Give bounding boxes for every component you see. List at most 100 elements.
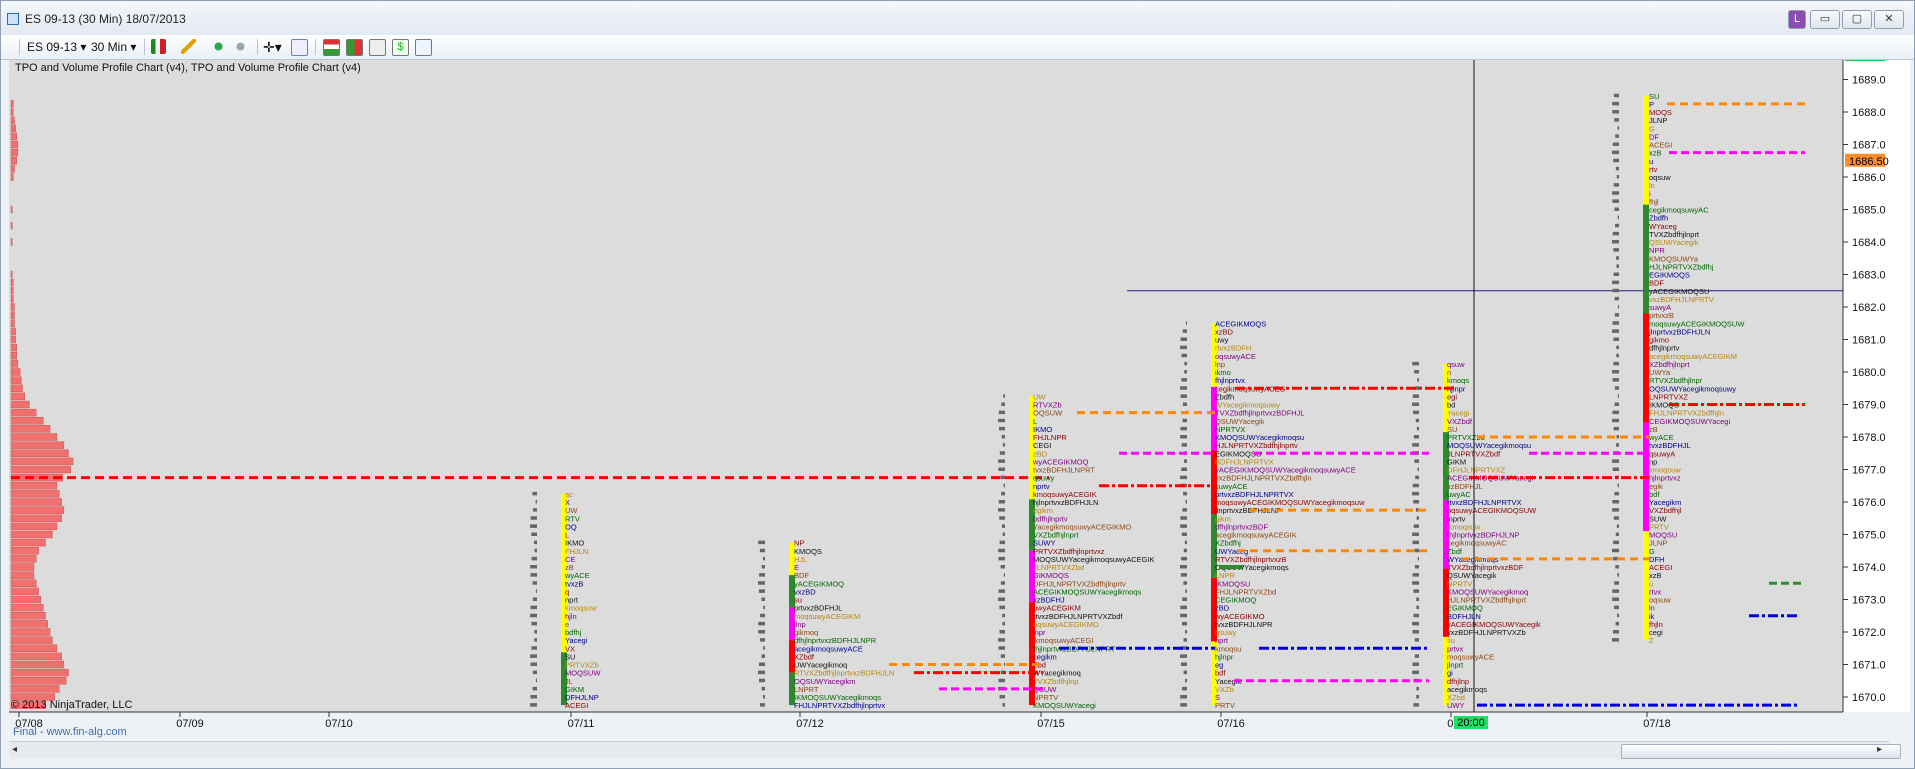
session-volume-bar [759,573,765,577]
minimize-button[interactable]: ▭ [1810,10,1840,29]
volume-profile-bar [10,587,39,596]
scrollbar-thumb[interactable] [1621,744,1901,759]
data-box-icon[interactable] [415,39,432,56]
tpo-letters: wyACE [564,571,590,580]
zoom-icon[interactable] [291,39,308,56]
session-volume-bar [1180,654,1187,658]
tpo-letters: fhjlnprtvxzBDFHJLNP [1447,531,1520,540]
session-volume-bar [1416,605,1419,610]
crosshair-icon[interactable]: ✛▾ [263,39,282,55]
tpo-letters: JLNPRTVXZbd [1033,563,1084,572]
tpo-letters: dfhjlnprtvxzBDFHJLNPR [794,636,877,645]
session-volume-bar [1612,459,1619,463]
volume-profile-bar [10,498,62,506]
session-volume-bar [1000,475,1005,480]
volume-profile-bar [10,628,51,636]
volume-profile-bar [10,352,17,360]
session-volume-bar [1617,483,1619,488]
tpo-letters: IKMOQSUWYacegikmoqs [794,693,881,702]
tpo-letters: dfhjlnprtvxzBDF [1215,522,1268,531]
instrument-selector[interactable]: ES 09-13 ▾ [27,39,86,55]
session-volume-bar [761,597,765,601]
price-tick-label: 1678.0 [1852,432,1886,444]
session-volume-bar [1180,394,1187,398]
session-volume-bar [1612,508,1619,512]
tpo-letters: PRTVXZb [565,661,599,670]
tpo-letters: KMOQS [794,547,822,556]
add-strategy-icon[interactable] [211,39,226,54]
volume-profile-bar [10,238,13,246]
session-volume-bar [1185,678,1187,683]
session-volume-bar [758,662,765,666]
volume-profile-bar [10,522,58,531]
volume-profile-bar [10,287,14,295]
indicators-icon[interactable] [323,39,340,56]
session-volume-bar [1000,565,1005,569]
tpo-letters: hjlnprtvxz [1649,474,1681,483]
session-volume-bar [1003,662,1005,666]
session-volume-bar [999,426,1005,431]
session-volume-bar [1612,597,1619,601]
chart-trader-icon[interactable] [369,39,386,56]
drawing-tool-icon[interactable] [181,39,196,54]
session-volume-bar [530,703,537,707]
tpo-letters: gikmoq [794,628,818,637]
volume-profile-bar [10,165,15,173]
session-volume-bar [1613,361,1619,366]
scroll-left-icon[interactable]: ◂ [12,744,17,755]
tpo-letters: DFHJLNPRTVXZ [1447,466,1506,475]
tpo-letters: NPR [1649,246,1665,255]
session-volume-bar [1000,581,1005,585]
tpo-letters: gi [1447,669,1453,678]
price-tick-label: 1683.0 [1852,270,1886,282]
volume-profile-bar [10,108,14,116]
tpo-letters: bdf [1649,490,1660,499]
volume-profile-bar [10,595,42,604]
volume-profile-bar [10,482,58,490]
volume-profile-bar [10,360,19,368]
session-volume-bar [1612,630,1619,634]
interval-selector[interactable]: 30 Min ▾ [91,39,136,55]
session-volume-bar [1614,491,1619,496]
chart-style-icon[interactable] [151,39,166,54]
strategies-icon[interactable] [346,39,363,56]
session-volume-bar [1184,361,1187,366]
session-volume-bar [1003,573,1005,577]
volume-profile-bar [10,563,35,571]
close-button[interactable]: ✕ [1874,10,1904,29]
session-volume-bar [530,695,537,699]
toolbar-separator [144,39,145,55]
tpo-letters: nprt [1215,636,1229,645]
session-volume-bar [1613,426,1619,431]
session-volume-bar [1001,524,1005,528]
tpo-letters: NPRTV [1447,579,1472,588]
scroll-right-icon[interactable]: ▸ [1877,744,1882,755]
tpo-letters: ikmoqsuw [1447,522,1481,531]
horizontal-scrollbar[interactable]: ◂ ▸ [9,741,1901,759]
tpo-letters: GIKMOQS [1033,571,1069,580]
session-volume-bar [1412,540,1419,545]
session-volume-bar [1615,223,1619,228]
session-volume-bar [758,621,765,626]
tpo-letters: FHJLNPRTVXZbd [1215,587,1276,596]
footer-link[interactable]: Final - www.fin-alg.com [13,726,127,738]
money-icon[interactable]: $ [392,39,409,56]
restore-button[interactable]: ▢ [1842,10,1872,29]
tpo-letters: tvxzBDFHJLNPR [1215,620,1273,629]
tpo-volume-profile-chart[interactable]: ACEGIDFHJLNPGIKMJLMOQSUWPRTVXZbSUVXYaceg… [9,60,1910,740]
session-volume-bar [1182,418,1187,423]
tpo-letters: acegikmoqsuwyACEGIKM [1649,352,1737,361]
link-button[interactable]: L [1788,10,1806,29]
session-volume-bar [1182,621,1187,626]
session-volume-bar [998,589,1005,593]
remove-icon[interactable] [233,39,248,54]
session-volume-bar [1612,231,1619,236]
tpo-letters: prtvxzB [1649,311,1674,320]
session-volume-bar [1180,524,1187,528]
tpo-letters: G [1649,547,1655,556]
session-volume-bar [999,540,1005,545]
tpo-letters: bdfhjlnprtv [1033,514,1068,523]
session-volume-bar [1180,426,1187,431]
tpo-letters: CEGI [1033,441,1051,450]
session-volume-bar [1616,435,1619,439]
